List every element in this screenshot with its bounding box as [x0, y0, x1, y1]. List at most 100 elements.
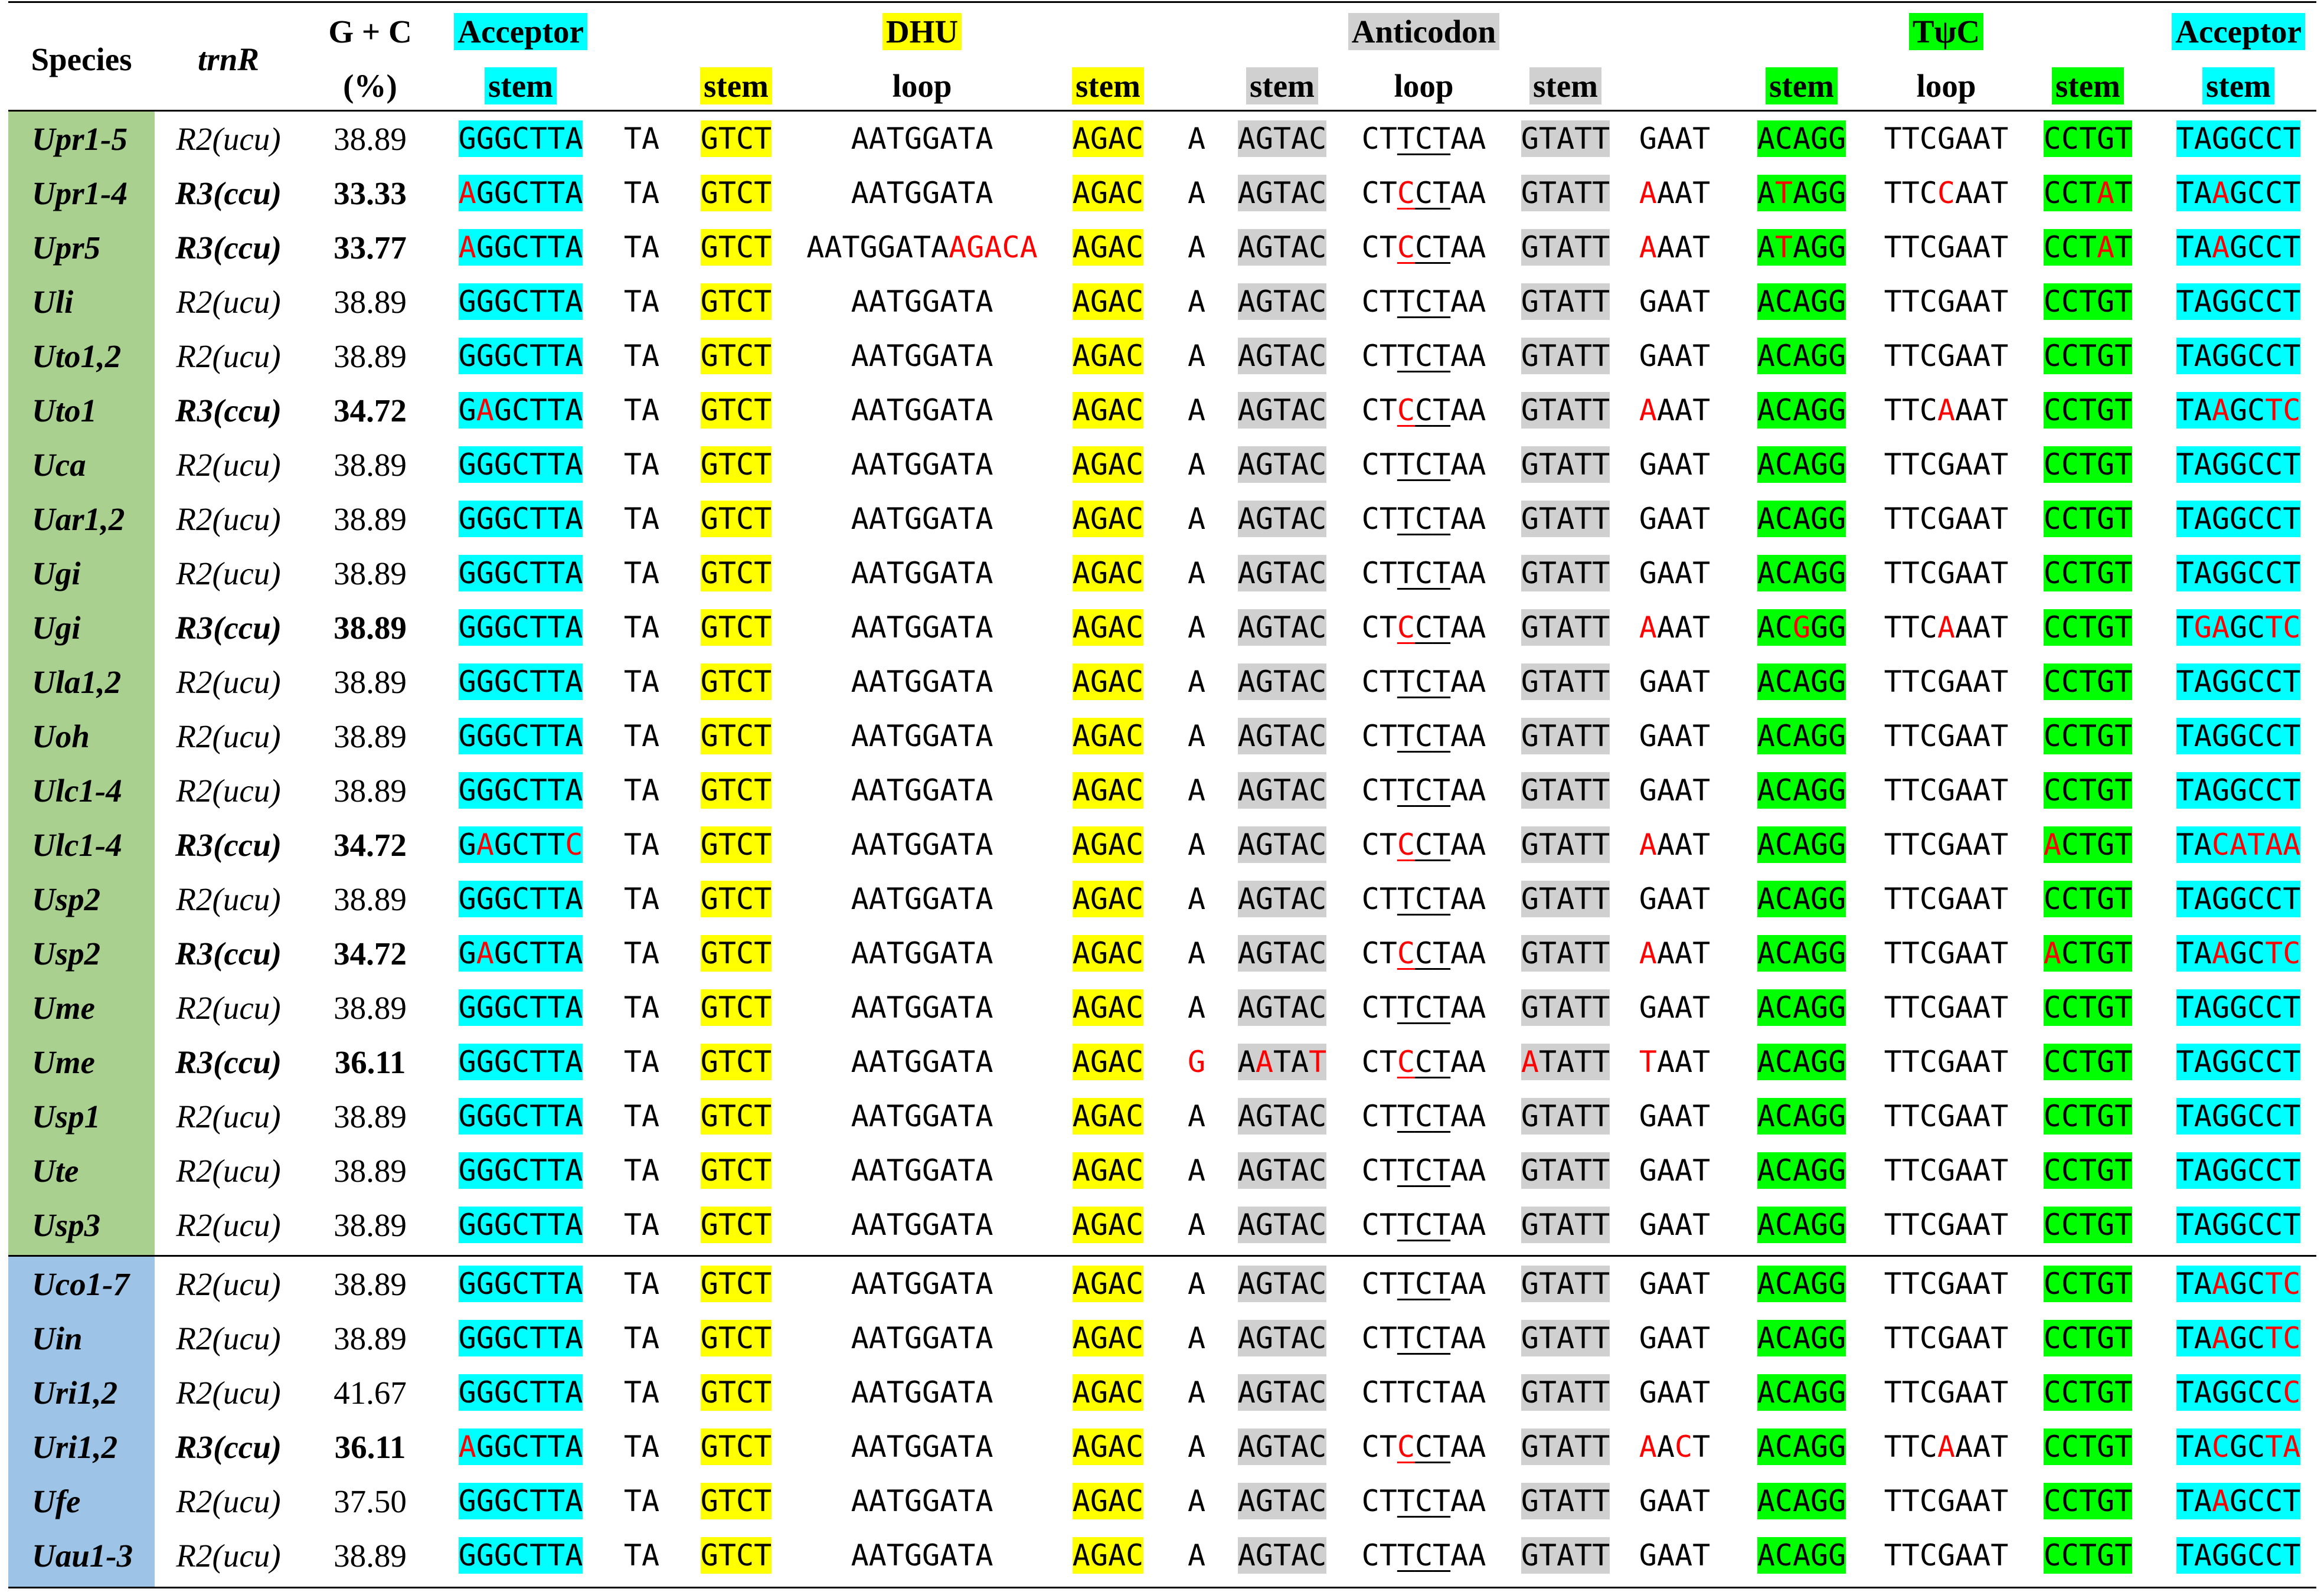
nucleotide: T [1538, 828, 1557, 862]
nucleotide: A [1108, 556, 1126, 590]
nucleotide: G [1828, 882, 1846, 916]
nucleotide: T [1592, 828, 1610, 862]
nucleotide: A [1757, 1430, 1775, 1464]
nucleotide: G [904, 502, 922, 536]
nucleotide: G [493, 230, 512, 264]
anticodon-stem-2-sequence: ATATT [1521, 1044, 1610, 1080]
anticodon-stem-2-sequence: GTATT [1521, 718, 1610, 754]
nucleotide: C [1414, 339, 1433, 373]
anticodon-stem-2-sequence: GTATT [1521, 1374, 1610, 1411]
trnr-cell: R2(ucu) [176, 663, 281, 700]
nucleotide: C [1361, 1153, 1380, 1188]
seq-spacer-3: GAAT [1619, 437, 1731, 492]
nucleotide: G [1810, 1153, 1829, 1188]
nucleotide: T [2176, 285, 2194, 319]
nucleotide: A [1108, 665, 1126, 699]
nucleotide: T [1990, 719, 2009, 753]
nucleotide: A [975, 556, 993, 590]
nucleotide: G [493, 502, 512, 536]
nucleotide: T [1574, 1484, 1593, 1518]
nucleotide: A [1072, 665, 1090, 699]
seq-anticodon-loop: CTTCTAA [1335, 1528, 1512, 1583]
nucleotide: T [547, 339, 566, 373]
nucleotide: A [1187, 665, 1206, 699]
seq-dhu-stem-1: GTCT [680, 1311, 792, 1365]
nucleotide: G [1521, 1153, 1539, 1188]
nucleotide: C [1397, 936, 1415, 970]
nucleotide: T [2114, 1153, 2133, 1188]
nucleotide: C [1126, 393, 1144, 427]
nucleotide: T [886, 393, 904, 427]
nucleotide: A [1468, 1099, 1486, 1133]
nucleotide: T [529, 1484, 548, 1518]
nucleotide: G [1828, 1430, 1846, 1464]
nucleotide: G [476, 1267, 494, 1301]
nucleotide: C [2247, 393, 2266, 427]
acceptor-stem-sequence: GGGCTTA [458, 1374, 583, 1411]
seq-dhu-stem-2: AGAC [1052, 329, 1164, 383]
nucleotide: T [2176, 556, 2194, 590]
nucleotide: T [1574, 1375, 1593, 1410]
seq-dhu-stem-1: GTCT [680, 492, 792, 546]
nucleotide: T [1379, 339, 1397, 373]
dhu-stem-1-sequence: GTCT [700, 1537, 772, 1574]
nucleotide: T [1273, 610, 1292, 645]
species-cell: Ulc1-4 [32, 772, 122, 809]
nucleotide: T [1433, 1045, 1451, 1079]
nucleotide: T [547, 665, 566, 699]
nucleotide: T [886, 1321, 904, 1355]
nucleotide: A [1556, 556, 1575, 590]
nucleotide: C [2265, 122, 2283, 156]
nucleotide: T [1901, 176, 1920, 210]
nucleotide: T [2176, 176, 2194, 210]
nucleotide: A [824, 230, 842, 264]
nucleotide: G [1255, 176, 1273, 210]
nucleotide: G [1090, 773, 1108, 808]
nucleotide: A [940, 447, 958, 482]
nucleotide: T [623, 339, 642, 373]
nucleotide: T [1433, 1538, 1451, 1573]
nucleotide: A [1792, 1153, 1811, 1188]
nucleotide: T [1884, 1208, 1902, 1242]
seq-anticodon-stem-2: GTATT [1512, 1089, 1619, 1143]
nucleotide: G [1639, 665, 1657, 699]
nucleotide: C [2043, 339, 2061, 373]
nucleotide: A [851, 1153, 869, 1188]
seq-dhu-stem-1: GTCT [680, 166, 792, 220]
nucleotide: G [493, 936, 512, 970]
acceptor-stem-sequence: GGGCTTA [458, 1044, 583, 1080]
nucleotide: C [1414, 1153, 1433, 1188]
nucleotide: T [529, 502, 548, 536]
nucleotide: A [1675, 176, 1693, 210]
nucleotide: G [1828, 339, 1846, 373]
nucleotide: A [1556, 285, 1575, 319]
seq-anticodon-loop: CTCCTAA [1335, 926, 1512, 980]
nucleotide: G [1828, 393, 1846, 427]
nucleotide: A [2194, 285, 2212, 319]
seq-anticodon-stem-2: GTATT [1512, 1365, 1619, 1420]
nucleotide: A [1556, 1538, 1575, 1573]
seq-spacer-2: A [1164, 818, 1229, 872]
nucleotide: A [1656, 1267, 1675, 1301]
nucleotide: G [2097, 447, 2115, 482]
spacer-1-sequence: TA [624, 555, 659, 591]
spacer-1-sequence: TA [624, 446, 659, 483]
nucleotide: T [1592, 719, 1610, 753]
nucleotide: T [886, 1267, 904, 1301]
nucleotide: C [1919, 1208, 1937, 1242]
dhu-stem-1-sequence: GTCT [700, 1152, 772, 1189]
nucleotide: G [1255, 882, 1273, 916]
nucleotide: G [904, 882, 922, 916]
nucleotide: A [1450, 1375, 1469, 1410]
nucleotide: T [718, 502, 736, 536]
nucleotide: T [1884, 1538, 1902, 1573]
nucleotide: T [623, 447, 642, 482]
seq-acceptor-stem: GGGCTTA [438, 1365, 603, 1420]
nucleotide: C [2247, 230, 2266, 264]
seq-spacer-2: G [1164, 1035, 1229, 1089]
nucleotide: A [1468, 230, 1486, 264]
seq-spacer-2: A [1164, 492, 1229, 546]
nucleotide: A [1792, 1267, 1811, 1301]
nucleotide: G [2229, 1208, 2248, 1242]
dhu-stem-2-sequence: AGAC [1072, 1320, 1144, 1356]
